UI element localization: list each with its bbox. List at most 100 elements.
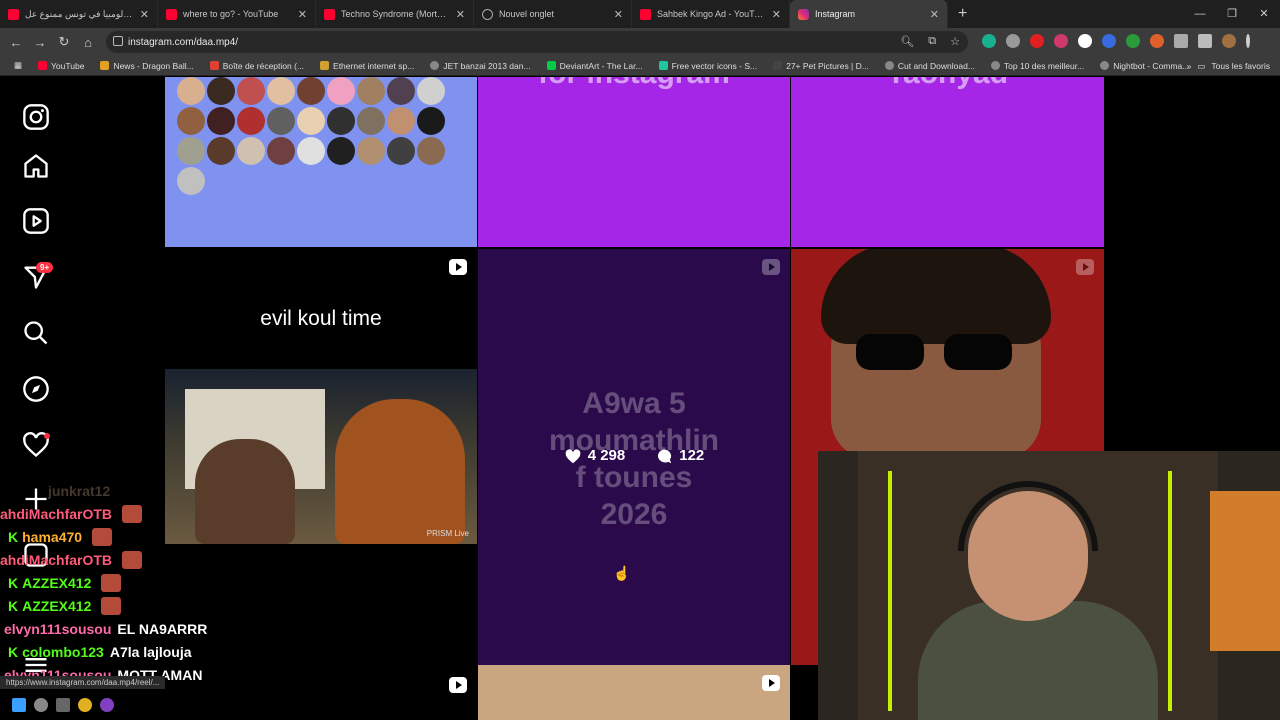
close-icon[interactable]: ✕: [930, 8, 939, 21]
new-tab-button[interactable]: +: [948, 5, 977, 23]
avatar: [387, 107, 415, 135]
reload-icon[interactable]: ↻: [52, 34, 76, 50]
globe-icon: [430, 61, 440, 70]
tab-4[interactable]: Sahbek Kingo Ad - YouTube ✕: [632, 0, 790, 28]
post-tile-purple-2[interactable]: Taohyad: [791, 77, 1104, 247]
bookmark-item[interactable]: Ethernet internet sp...: [314, 61, 420, 71]
extension-icon[interactable]: [1030, 34, 1044, 48]
bookmark-item[interactable]: Top 10 des meilleur...: [985, 61, 1090, 71]
emote-icon: [122, 550, 143, 569]
emote-icon: [101, 573, 122, 592]
tab-0[interactable]: حي كولومبيا في تونس ممنوع عل ✕: [0, 0, 158, 28]
chat-username: elvyn111sousou: [4, 620, 112, 637]
instagram-icon: [798, 8, 809, 20]
bookmark-item[interactable]: DeviantArt - The Lar...: [541, 61, 649, 71]
reel-icon: [449, 259, 467, 275]
comments-stat: 122: [655, 447, 704, 464]
apps-icon[interactable]: ▦: [8, 60, 28, 71]
profile-avatar[interactable]: [1222, 34, 1236, 48]
reels-icon[interactable]: [22, 207, 50, 235]
post-caption: evil koul time: [260, 307, 382, 330]
post-tile-avatars[interactable]: [165, 77, 477, 247]
youtube-icon: [38, 61, 48, 70]
close-icon[interactable]: ✕: [772, 8, 781, 21]
address-bar[interactable]: instagram.com/daa.mp4/ 🔍︎ ⧉ ☆: [106, 31, 968, 53]
bookmarks-bar: ▦ YouTube News - Dragon Ball... Boîte de…: [0, 56, 1280, 76]
avatar: [177, 77, 205, 105]
avatar: [237, 137, 265, 165]
avatar: [297, 137, 325, 165]
all-bookmarks-link[interactable]: Tous les favoris: [1211, 61, 1270, 71]
close-icon[interactable]: ✕: [456, 8, 465, 21]
site-info-icon[interactable]: [113, 36, 123, 46]
avatar: [357, 107, 385, 135]
forward-icon[interactable]: →: [28, 35, 52, 50]
bookmarks-more[interactable]: »: [1187, 61, 1192, 71]
avatar: [417, 107, 445, 135]
close-icon[interactable]: ✕: [140, 8, 149, 21]
post-tile-hovered[interactable]: A9wa 5 moumathlin f tounes 2026 4 298 12…: [478, 249, 790, 665]
tab-3[interactable]: Nouvel onglet ✕: [474, 0, 632, 28]
globe-icon: [884, 61, 894, 70]
extension-icon[interactable]: [1102, 34, 1116, 48]
led-strip: [1168, 471, 1172, 711]
bookmark-label: Top 10 des meilleur...: [1003, 60, 1085, 71]
puzzle-icon[interactable]: [1174, 34, 1188, 48]
taskview-icon[interactable]: [56, 698, 70, 712]
close-icon[interactable]: ✕: [614, 8, 623, 21]
extension-icon[interactable]: [982, 34, 996, 48]
extension-icon[interactable]: [1054, 34, 1068, 48]
avatar: [267, 137, 295, 165]
extension-icon[interactable]: [1126, 34, 1140, 48]
extension-icon[interactable]: [1006, 34, 1020, 48]
extension-icon[interactable]: [1078, 34, 1092, 48]
back-icon[interactable]: ←: [4, 35, 28, 50]
extension-icon[interactable]: [1150, 34, 1164, 48]
post-tile-bottom-mid[interactable]: [478, 665, 790, 720]
pet-icon: [773, 61, 783, 70]
minimize-button[interactable]: —: [1184, 0, 1216, 28]
install-icon[interactable]: ⧉: [928, 35, 936, 48]
bookmark-item[interactable]: 27+ Pet Pictures | D...: [767, 61, 875, 71]
avatar: [297, 77, 325, 105]
windows-start-icon[interactable]: [12, 698, 26, 712]
post-tile-purple[interactable]: for instagram: [478, 77, 790, 247]
search-icon[interactable]: [22, 319, 50, 347]
search-icon[interactable]: [34, 698, 48, 712]
tab-5[interactable]: Instagram ✕: [790, 0, 948, 28]
poster: [1210, 491, 1280, 651]
bookmark-item[interactable]: JET banzai 2013 dan...: [424, 61, 536, 71]
menu-icon[interactable]: [1198, 34, 1212, 48]
kick-badge-icon: K: [8, 643, 19, 660]
close-icon[interactable]: ✕: [298, 8, 307, 21]
close-window-button[interactable]: ✕: [1248, 0, 1280, 28]
bookmark-item[interactable]: YouTube: [32, 61, 90, 71]
explore-icon[interactable]: [22, 375, 50, 403]
bookmark-item[interactable]: Boîte de réception (...: [204, 61, 310, 71]
maximize-button[interactable]: ❐: [1216, 0, 1248, 28]
bookmark-item[interactable]: Nightbot - Comma...: [1094, 61, 1195, 71]
app-icon[interactable]: [100, 698, 114, 712]
avatar: [417, 137, 445, 165]
home-icon[interactable]: ⌂: [76, 35, 100, 50]
zoom-icon[interactable]: 🔍︎: [900, 35, 914, 48]
bookmark-item[interactable]: Free vector icons - S...: [653, 61, 764, 71]
bookmark-label: DeviantArt - The Lar...: [559, 60, 643, 71]
avatar: [327, 107, 355, 135]
home-icon[interactable]: [22, 152, 50, 180]
bookmark-item[interactable]: News - Dragon Ball...: [94, 61, 199, 71]
post-stats: 4 298 122: [478, 447, 790, 464]
tab-1[interactable]: where to go? - YouTube ✕: [158, 0, 316, 28]
more-icon[interactable]: [1246, 34, 1250, 48]
avatar: [267, 77, 295, 105]
folder-icon: ▭: [1197, 60, 1206, 71]
instagram-logo-icon[interactable]: [22, 103, 50, 131]
taskbar: [0, 690, 160, 720]
chrome-icon[interactable]: [78, 698, 92, 712]
chat-message: elvyn111sousou EL NA9ARRR: [0, 617, 230, 640]
chat-message: Kcolombo123 A7la lajlouja: [0, 640, 230, 663]
tab-2[interactable]: Techno Syndrome (Mortal Kom ✕: [316, 0, 474, 28]
star-icon[interactable]: ☆: [950, 35, 960, 48]
bookmark-item[interactable]: Cut and Download...: [879, 61, 981, 71]
hair: [821, 249, 1051, 344]
